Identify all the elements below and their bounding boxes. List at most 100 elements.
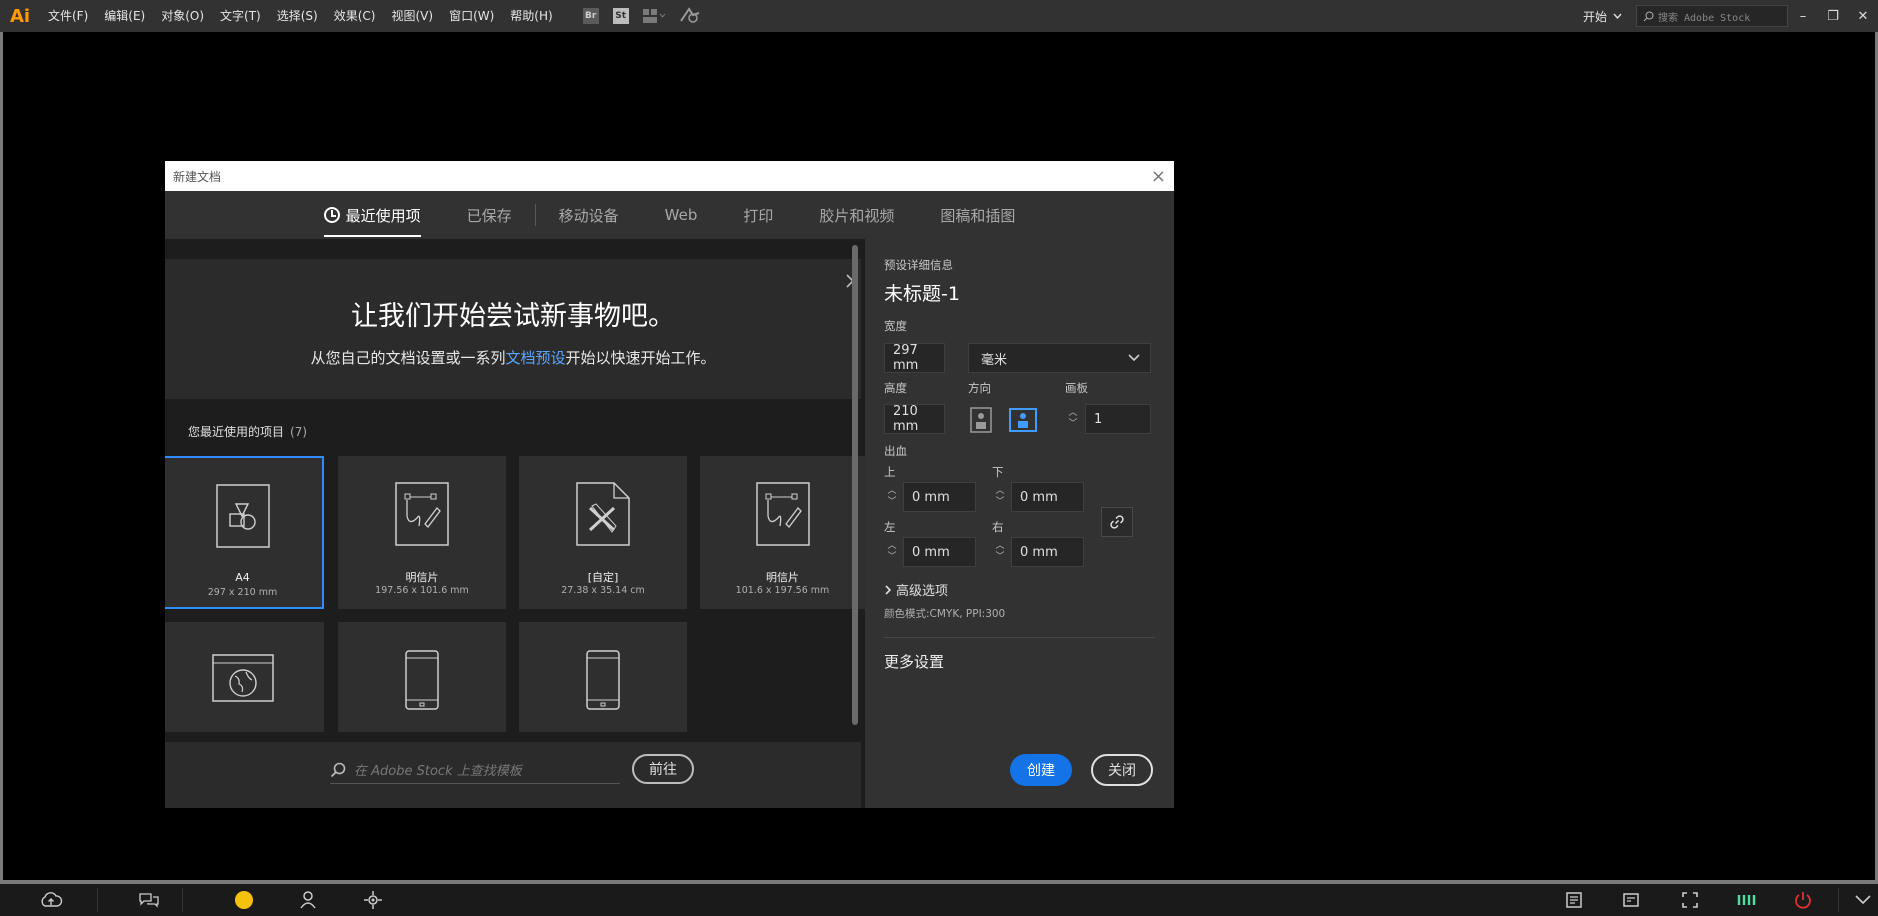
recent-item-a4[interactable]: A4 297 x 210 mm (165, 456, 324, 609)
link-bleed-button[interactable] (1101, 507, 1133, 537)
screen-icon[interactable] (1620, 884, 1642, 916)
close-window-button[interactable]: ✕ (1848, 0, 1878, 32)
menu-edit[interactable]: 编辑(E) (96, 0, 153, 32)
bleed-top-input[interactable]: 0 mm (903, 482, 976, 512)
recent-item-postcard-1[interactable]: 明信片 197.56 x 101.6 mm (338, 456, 506, 609)
close-button[interactable]: 关闭 (1091, 754, 1153, 786)
preset-details-label: 预设详细信息 (884, 258, 953, 272)
width-input[interactable]: 297 mm (884, 343, 945, 373)
new-document-dialog: 新建文档 × 最近使用项 已保存 移动设备 Web 打印 胶片和视频 图稿和插图… (165, 161, 1174, 808)
height-input[interactable]: 210 mm (884, 404, 945, 434)
bleed-bottom-stepper[interactable]: ︿ ﹀ (992, 482, 1008, 512)
welcome-banner: 让我们开始尝试新事物吧。 从您自己的文档设置或一系列文档预设开始以快速开始工作。 (165, 259, 861, 399)
workspace-switcher[interactable]: 开始 (1583, 8, 1622, 25)
taskbar-divider (97, 888, 98, 912)
network-icon[interactable] (1735, 884, 1757, 916)
recent-item-tablet[interactable] (519, 622, 687, 732)
advanced-options-label: 高级选项 (896, 584, 949, 599)
preset-details-panel: 预设详细信息 未标题-1 宽度 297 mm 毫米 高度 210 mm 方向 画… (865, 239, 1174, 808)
landscape-button[interactable] (1008, 407, 1038, 433)
advanced-options-toggle[interactable]: 高级选项 (884, 580, 948, 599)
tab-print[interactable]: 打印 (720, 191, 796, 239)
restore-button[interactable]: ❐ (1818, 0, 1848, 32)
bleed-right-input[interactable]: 0 mm (1011, 537, 1084, 567)
document-presets-link[interactable]: 文档预设 (505, 349, 565, 367)
clock-icon (323, 207, 340, 223)
pen-document-icon (755, 482, 810, 546)
power-icon[interactable] (1792, 884, 1814, 916)
cloud-upload-icon[interactable] (38, 884, 64, 916)
portrait-button[interactable] (968, 407, 994, 433)
menubar-right: 开始 搜索 Adobe Stock – ❐ ✕ (1583, 0, 1878, 32)
tab-recent-label: 最近使用项 (345, 206, 421, 225)
location-icon[interactable] (361, 884, 385, 916)
menu-file[interactable]: 文件(F) (40, 0, 96, 32)
taskbar (0, 884, 1878, 916)
recent-item-postcard-2[interactable]: 明信片 101.6 x 197.56 mm (700, 456, 865, 609)
dialog-close-button[interactable]: × (1151, 166, 1166, 187)
stock-template-search: 在 Adobe Stock 上查找模板 前往 (165, 742, 861, 808)
bridge-icon[interactable]: Br (582, 8, 599, 24)
artboards-stepper[interactable]: ︿ ﹀ (1065, 404, 1081, 434)
artboards-input[interactable]: 1 (1085, 404, 1151, 434)
tab-saved[interactable]: 已保存 (444, 191, 535, 239)
height-label: 高度 (884, 381, 907, 395)
recent-item-custom[interactable]: [自定] 27.38 x 35.14 cm (519, 456, 687, 609)
recent-items-label: 您最近使用的项目 (7) (188, 423, 307, 440)
bleed-bottom-label: 下 (992, 465, 1004, 479)
bleed-left-label: 左 (884, 520, 896, 534)
panel-divider (884, 637, 1155, 638)
welcome-subtitle-after: 开始以快速开始工作。 (565, 349, 716, 367)
gpu-performance-icon[interactable] (679, 6, 701, 26)
chevron-down-icon[interactable] (1852, 884, 1874, 916)
unit-select[interactable]: 毫米 (968, 343, 1151, 373)
chat-icon[interactable] (137, 884, 161, 916)
recent-item-web[interactable] (165, 622, 324, 732)
dialog-title: 新建文档 (173, 169, 222, 184)
bleed-right-stepper[interactable]: ︿ ﹀ (992, 537, 1008, 567)
more-settings-link[interactable]: 更多设置 (884, 651, 944, 672)
bleed-top-label: 上 (884, 465, 896, 479)
user-settings-icon[interactable] (297, 884, 321, 916)
document-name[interactable]: 未标题-1 (884, 279, 960, 306)
tab-film-video[interactable]: 胶片和视频 (796, 191, 917, 239)
clipboard-icon[interactable] (1563, 884, 1585, 916)
menu-effect[interactable]: 效果(C) (326, 0, 384, 32)
tools-document-icon (576, 482, 630, 546)
tab-art-illustration[interactable]: 图稿和插图 (917, 191, 1038, 239)
recent-item-size: 197.56 x 101.6 mm (375, 585, 469, 596)
stock-icon[interactable]: St (612, 8, 629, 24)
recent-items-title: 您最近使用的项目 (188, 425, 285, 439)
fullscreen-icon[interactable] (1679, 884, 1701, 916)
arrange-documents-icon[interactable] (642, 9, 665, 23)
welcome-subtitle-before: 从您自己的文档设置或一系列 (310, 349, 506, 367)
go-button[interactable]: 前往 (632, 754, 694, 784)
status-dot-icon[interactable] (233, 884, 255, 916)
artboards-label: 画板 (1065, 381, 1088, 395)
stock-template-input[interactable]: 在 Adobe Stock 上查找模板 (330, 756, 620, 784)
create-button[interactable]: 创建 (1010, 754, 1072, 786)
menu-type[interactable]: 文字(T) (212, 0, 269, 32)
presets-scrollbar[interactable] (852, 245, 858, 725)
tab-mobile[interactable]: 移动设备 (536, 191, 642, 239)
presets-pane: 让我们开始尝试新事物吧。 从您自己的文档设置或一系列文档预设开始以快速开始工作。… (165, 239, 865, 808)
bleed-top-stepper[interactable]: ︿ ﹀ (884, 482, 900, 512)
menu-view[interactable]: 视图(V) (383, 0, 441, 32)
menu-select[interactable]: 选择(S) (269, 0, 326, 32)
tab-web[interactable]: Web (642, 191, 721, 239)
minimize-button[interactable]: – (1788, 0, 1818, 32)
menu-help[interactable]: 帮助(H) (502, 0, 560, 32)
orientation-label: 方向 (968, 381, 991, 395)
stock-search-input[interactable]: 搜索 Adobe Stock (1636, 5, 1788, 27)
bleed-left-input[interactable]: 0 mm (903, 537, 976, 567)
bleed-left-stepper[interactable]: ︿ ﹀ (884, 537, 900, 567)
unit-value: 毫米 (981, 352, 1008, 368)
recent-item-phone[interactable] (338, 622, 506, 732)
menu-window[interactable]: 窗口(W) (441, 0, 502, 32)
chevron-down-icon (1128, 354, 1140, 362)
recent-item-size: 297 x 210 mm (207, 587, 278, 598)
chevron-up-icon: ︿ (1068, 408, 1078, 418)
bleed-bottom-input[interactable]: 0 mm (1011, 482, 1084, 512)
tab-recent[interactable]: 最近使用项 (301, 191, 444, 239)
menu-object[interactable]: 对象(O) (153, 0, 212, 32)
